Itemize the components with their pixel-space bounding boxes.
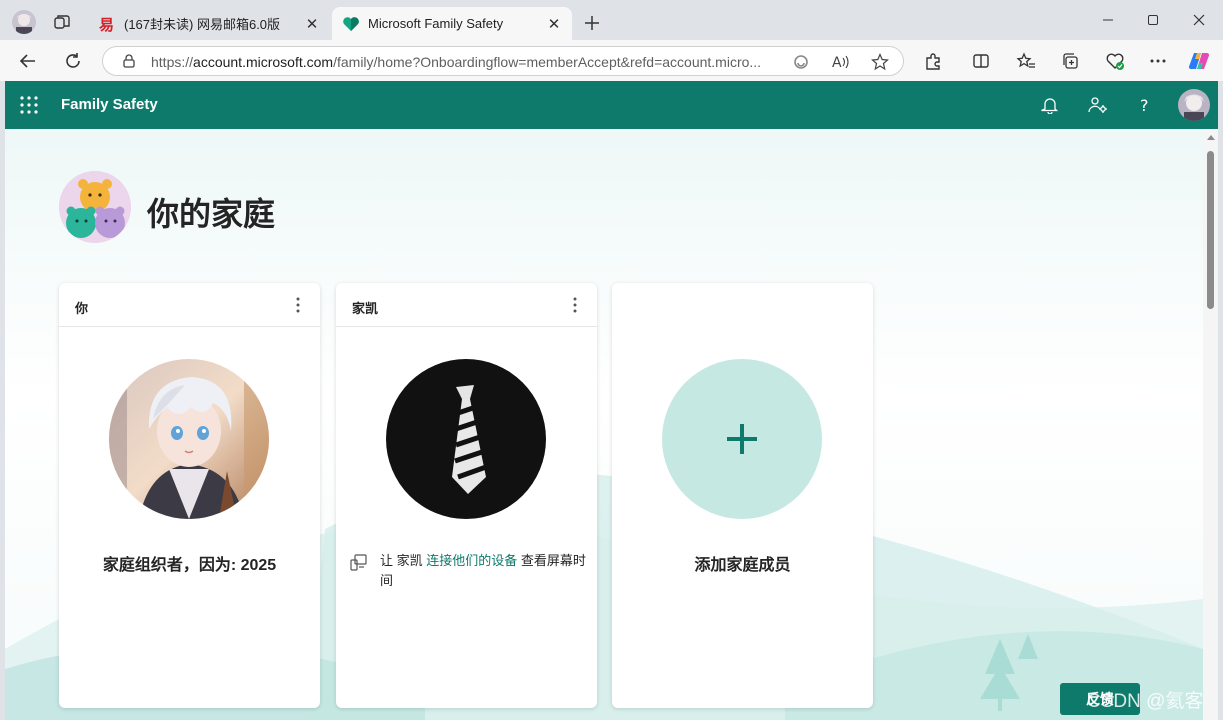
tab-family-safety[interactable]: Microsoft Family Safety ✕ [332, 7, 572, 40]
read-aloud-icon[interactable]: A [831, 52, 851, 72]
svg-text:易: 易 [99, 16, 114, 33]
connect-device-note: 让 家凯 连接他们的设备 查看屏幕时间 [350, 551, 586, 591]
member-name: 你 [75, 301, 89, 316]
svg-text:A: A [832, 55, 842, 71]
app-header: Family Safety ? [5, 81, 1218, 129]
app-title[interactable]: Family Safety [61, 96, 158, 113]
tracking-prevention-icon[interactable] [791, 52, 811, 72]
close-tab-icon[interactable]: ✕ [542, 12, 566, 36]
family-safety-heart-icon [342, 15, 360, 33]
necktie-avatar[interactable] [386, 359, 546, 519]
profile-avatar-icon[interactable] [12, 10, 36, 34]
card-header: 家凯 [336, 283, 597, 327]
web-page: Family Safety ? 你的家庭 你 家庭组织者，因为: 2025 家凯… [5, 81, 1218, 720]
tab-title: Microsoft Family Safety [368, 16, 504, 31]
new-tab-icon[interactable] [580, 11, 604, 35]
app-launcher-icon[interactable] [19, 95, 39, 115]
page-title: 你的家庭 [147, 196, 276, 232]
more-options-icon[interactable] [1147, 50, 1169, 72]
family-settings-icon[interactable] [1086, 93, 1110, 117]
scrollbar-thumb[interactable] [1207, 151, 1214, 309]
close-tab-icon[interactable]: ✕ [300, 12, 324, 36]
minimize-icon[interactable] [1093, 8, 1123, 32]
tab-netease-mail[interactable]: 易 (167封未读) 网易邮箱6.0版 ✕ [88, 7, 330, 40]
add-member-card[interactable]: 添加家庭成员 [612, 283, 873, 708]
browser-toolbar: https://account.microsoft.com/family/hom… [0, 40, 1223, 81]
refresh-icon[interactable] [59, 47, 87, 75]
tab-title: (167封未读) 网易邮箱6.0版 [124, 17, 281, 32]
copilot-icon[interactable] [1188, 50, 1210, 72]
collections-icon[interactable] [1059, 50, 1081, 72]
watermark-text: CSDN @氦客 [1087, 691, 1203, 712]
url-text[interactable]: https://account.microsoft.com/family/hom… [151, 54, 781, 70]
member-card-jiakai[interactable]: 家凯 让 家凯 连接他们的设备 查看屏幕时间 [336, 283, 597, 708]
more-vertical-icon[interactable] [565, 293, 585, 317]
browser-tab-strip: 易 (167封未读) 网易邮箱6.0版 ✕ Microsoft Family S… [0, 0, 1223, 44]
connect-devices-link[interactable]: 连接他们的设备 [426, 553, 517, 568]
page-scrollbar[interactable] [1203, 129, 1218, 720]
member-avatar[interactable] [109, 359, 269, 519]
split-screen-icon[interactable] [970, 50, 992, 72]
favorite-star-icon[interactable] [870, 52, 890, 72]
back-arrow-icon[interactable] [14, 47, 42, 75]
add-member-button[interactable] [662, 359, 822, 519]
card-header: 你 [59, 283, 320, 327]
lock-icon[interactable] [121, 53, 137, 69]
note-prefix: 让 家凯 [380, 553, 427, 568]
address-bar[interactable]: https://account.microsoft.com/family/hom… [102, 46, 904, 76]
netease-mail-icon: 易 [98, 15, 116, 34]
close-icon[interactable] [1184, 8, 1214, 32]
family-avatar [59, 171, 131, 243]
more-vertical-icon[interactable] [288, 293, 308, 317]
help-icon[interactable]: ? [1133, 93, 1157, 117]
add-member-label: 添加家庭成员 [694, 557, 791, 574]
profile-avatar[interactable] [1178, 89, 1210, 121]
url-protocol: https:// [151, 54, 194, 70]
member-name: 家凯 [352, 301, 379, 316]
url-host: account.microsoft.com [193, 54, 334, 70]
extensions-icon[interactable] [922, 50, 944, 72]
scroll-up-arrow-icon[interactable] [1207, 135, 1215, 140]
workspaces-icon[interactable] [52, 12, 72, 32]
maximize-icon[interactable] [1138, 8, 1168, 32]
main-content: 你的家庭 你 家庭组织者，因为: 2025 家凯 让 家凯 连接他们的设备 查看… [5, 129, 1203, 720]
favorites-icon[interactable] [1015, 50, 1037, 72]
member-card-you[interactable]: 你 家庭组织者，因为: 2025 [59, 283, 320, 708]
url-path: /family/home?Onboardingflow=memberAccept… [333, 54, 762, 70]
member-role-caption: 家庭组织者，因为: 2025 [102, 557, 277, 574]
plus-icon [727, 424, 757, 454]
svg-text:?: ? [1140, 96, 1149, 114]
devices-icon [350, 553, 368, 571]
notifications-icon[interactable] [1038, 93, 1062, 117]
browser-essentials-icon[interactable] [1104, 50, 1126, 72]
